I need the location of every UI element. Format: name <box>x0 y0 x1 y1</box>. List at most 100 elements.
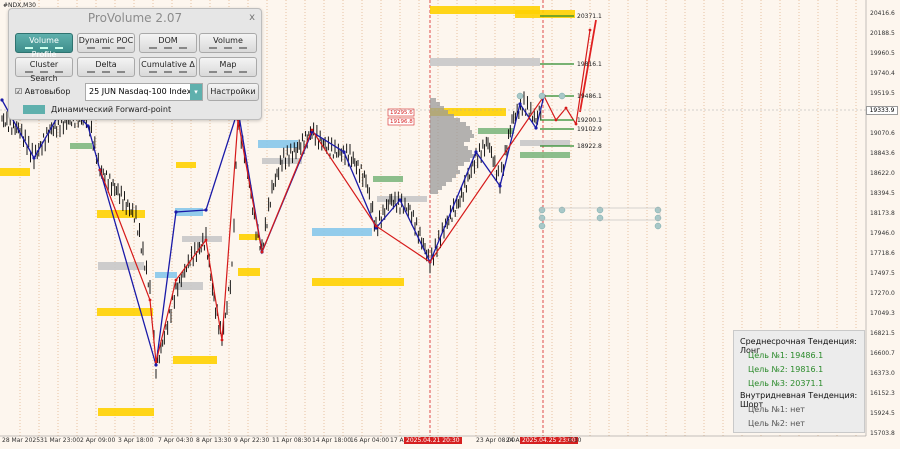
target-level-label: 19486.1 <box>577 93 602 100</box>
volume-zone <box>97 210 145 218</box>
volume-profile-bar <box>430 186 442 190</box>
volume-profile-bar <box>430 190 438 194</box>
time-tick: 14 Apr 18:00 <box>312 437 352 444</box>
volume-profile-bar <box>430 110 448 114</box>
price-tick: 17049.3 <box>870 310 895 317</box>
target-level-label: 19816.1 <box>577 61 602 68</box>
volume-zone <box>515 10 575 18</box>
volume-profile-bar <box>430 182 446 186</box>
wave-node <box>220 338 224 342</box>
price-tick: 16373.0 <box>870 370 895 377</box>
wave-node <box>98 168 102 172</box>
auto-select-label: Автовыбор <box>24 87 71 96</box>
volume-profile-bar <box>430 114 454 118</box>
forward-point <box>654 222 662 230</box>
forward-point <box>538 222 546 230</box>
wave-node <box>0 98 4 102</box>
volume-profile-bar <box>430 178 452 182</box>
price-tick: 15703.8 <box>870 430 895 437</box>
target-level-label: 19102.9 <box>577 126 602 133</box>
delta-button[interactable]: Delta <box>77 57 135 77</box>
forward-point-label: Динамический Forward-point <box>51 105 172 114</box>
time-tick: 2 Apr 09:00 <box>80 437 116 444</box>
intraday-target-2: Цель №2: нет <box>748 419 805 428</box>
forward-point <box>538 92 546 100</box>
target-level-label: 19200.1 <box>577 117 602 124</box>
wave-node <box>148 298 152 302</box>
volume-profile-bar <box>430 142 464 146</box>
dom-button[interactable]: DOM <box>139 33 197 53</box>
volume-profile-bar <box>430 162 464 166</box>
provolume-panel[interactable]: ProVolume 2.07 x Volume Profile Dynamic … <box>8 8 262 120</box>
price-flag-label: 19196.8 <box>390 119 413 125</box>
auto-select-checkbox[interactable]: ☑ Автовыбор <box>15 87 70 96</box>
price-tick: 17270.0 <box>870 290 895 297</box>
time-tick: 3:30 <box>568 437 582 444</box>
volume-profile-bar <box>430 102 440 106</box>
price-tick: 18843.6 <box>870 150 895 157</box>
cluster-search-button[interactable]: Cluster Search <box>15 57 73 83</box>
chevron-down-icon[interactable]: ▾ <box>190 84 202 100</box>
time-tick: 16 Apr 04:00 <box>350 437 390 444</box>
wave-node <box>86 124 90 128</box>
close-icon[interactable]: x <box>249 12 255 23</box>
checkbox-icon: ☑ <box>15 87 23 96</box>
time-tick: 31 Mar 23:00 <box>40 437 81 444</box>
volume-profile-bar <box>430 154 476 158</box>
volume-profile-bar <box>430 126 470 130</box>
map-button[interactable]: Map <box>199 57 257 77</box>
wave-node <box>554 118 558 122</box>
volume-profile-bar <box>430 150 472 154</box>
volume-zone <box>258 140 298 148</box>
volume-zone <box>520 152 570 158</box>
price-tick: 19960.5 <box>870 50 895 57</box>
current-price-badge: 19333.9 <box>866 106 898 115</box>
volume-button[interactable]: Volume <box>199 33 257 53</box>
price-flag-label: 19295.6 <box>390 110 413 116</box>
wave-node <box>428 260 432 264</box>
wave-node <box>534 126 538 130</box>
midterm-target-1: Цель №1: 19486.1 <box>748 351 824 360</box>
volume-profile-bar <box>430 98 436 102</box>
volume-profile-bar <box>430 106 444 110</box>
cumulative-delta-button[interactable]: Cumulative Δ <box>139 57 197 77</box>
price-tick: 18622.0 <box>870 170 895 177</box>
wave-node <box>574 122 578 126</box>
wave-node <box>174 278 178 282</box>
time-tick: 7 Apr 04:30 <box>158 437 194 444</box>
wave-node <box>154 360 158 364</box>
volume-profile-bar <box>430 166 458 170</box>
settings-button[interactable]: Настройки <box>207 83 259 101</box>
volume-zone <box>70 143 92 149</box>
price-tick: 16152.3 <box>870 390 895 397</box>
wave-node <box>474 150 478 154</box>
instrument-value: 25 JUN Nasdaq-100 Index <box>89 87 192 96</box>
volume-zone <box>173 356 217 364</box>
target-level-label: 18922.8 <box>577 143 602 150</box>
volume-profile-bar <box>430 158 470 162</box>
forward-point-swatch <box>23 105 45 114</box>
wave-node <box>342 150 346 154</box>
time-tick: 24 A <box>506 437 520 444</box>
wave-node <box>564 106 568 110</box>
time-tick: 8 Apr 13:30 <box>196 437 232 444</box>
intraday-target-1: Цель №1: нет <box>748 405 805 414</box>
price-tick: 15924.5 <box>870 410 895 417</box>
volume-profile-button[interactable]: Volume Profile <box>15 33 73 59</box>
forward-point-toggle[interactable]: Динамический Forward-point <box>23 105 171 114</box>
wave-node <box>174 210 178 214</box>
time-tick: 17 A <box>390 437 404 444</box>
time-tick: 28 Mar 2025 <box>2 437 41 444</box>
target-level-label: 20371.1 <box>577 13 602 20</box>
dynamic-poc-button[interactable]: Dynamic POC <box>77 33 135 53</box>
instrument-select[interactable]: 25 JUN Nasdaq-100 Index ▾ <box>85 83 203 101</box>
panel-title: ProVolume 2.07 <box>87 11 183 25</box>
volume-zone <box>373 176 403 182</box>
wave-node <box>374 224 378 228</box>
price-tick: 18173.8 <box>870 210 895 217</box>
volume-profile-bar <box>430 146 468 150</box>
volume-zone <box>312 228 372 236</box>
volume-profile-bar <box>430 138 470 142</box>
volume-zone <box>98 408 154 416</box>
volume-profile-bar <box>430 174 456 178</box>
